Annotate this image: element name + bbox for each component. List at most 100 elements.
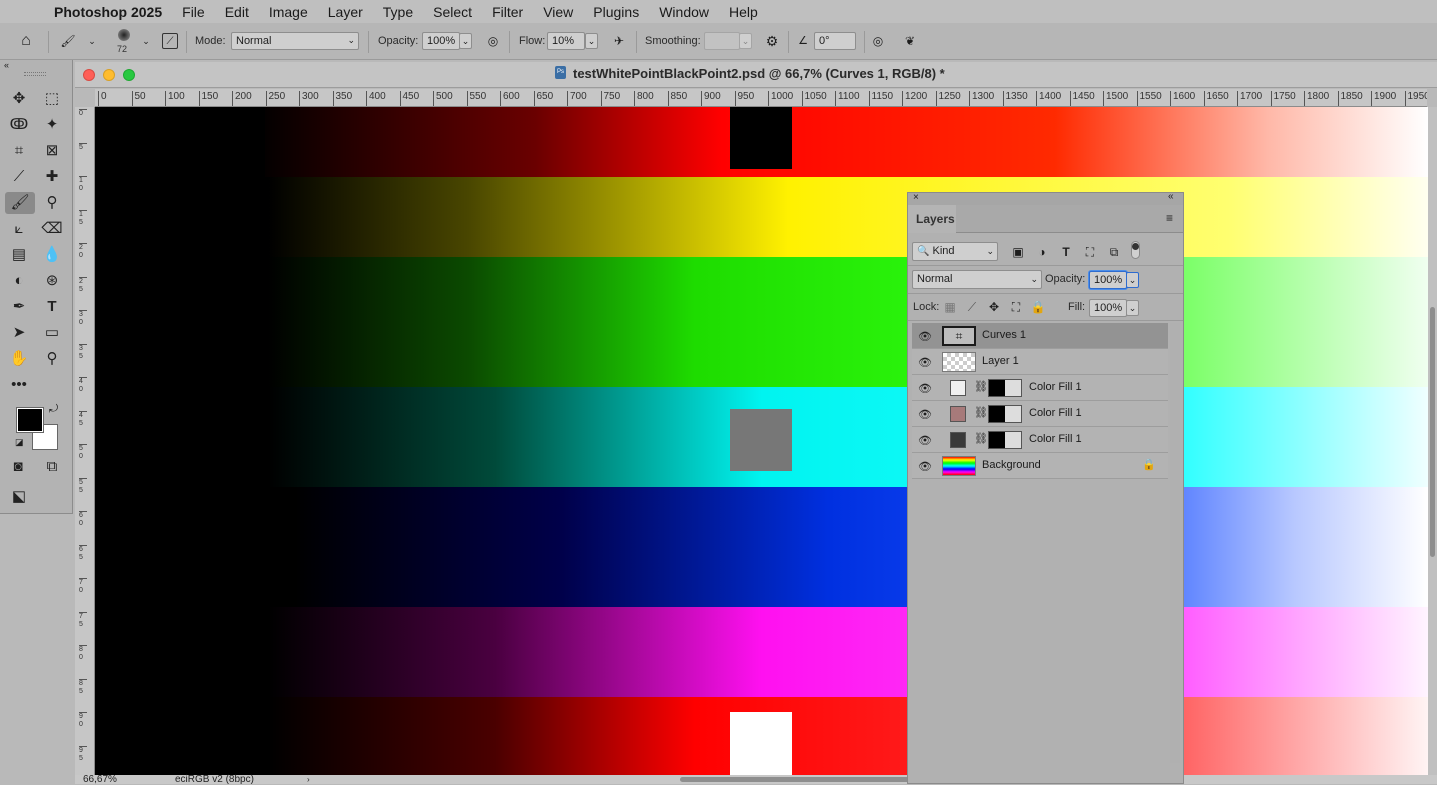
dodge-tool-icon[interactable]: ◐ [7, 270, 31, 292]
symmetry-icon[interactable]: ❦ [902, 33, 918, 49]
eraser-tool-icon[interactable]: ⌫ [40, 218, 64, 240]
hand-tool-icon[interactable]: ✋ [7, 348, 31, 370]
home-icon[interactable]: ⌂ [18, 33, 34, 49]
rectangle-tool-icon[interactable]: ▭ [40, 322, 64, 344]
lock-pixels-icon[interactable]: ⟋ [964, 299, 980, 315]
layer-filter-select[interactable]: 🔍 Kind ⌄ [912, 242, 998, 261]
menu-window[interactable]: Window [659, 4, 709, 20]
horizontal-ruler[interactable]: 0 50 100 150 200 250 300 350 400 450 500 550 600 650 7… [95, 89, 1427, 107]
close-window-button[interactable] [83, 69, 95, 81]
layer-row-color-fill[interactable]: 👁 ⛓ Color Fill 1 [912, 375, 1168, 401]
marquee-tool-icon[interactable]: ⬚ [40, 88, 64, 110]
menu-type[interactable]: Type [383, 4, 413, 20]
menu-layer[interactable]: Layer [328, 4, 363, 20]
layer-row-layer1[interactable]: 👁 Layer 1 [912, 349, 1168, 375]
menu-select[interactable]: Select [433, 4, 472, 20]
healing-brush-tool-icon[interactable]: ✚ [40, 166, 64, 188]
zoom-tool-icon[interactable]: ⚲ [40, 348, 64, 370]
more-tools-icon[interactable]: ••• [7, 374, 31, 396]
visibility-eye-icon[interactable]: 👁 [918, 382, 932, 395]
minimize-window-button[interactable] [103, 69, 115, 81]
flow-dropdown[interactable]: ⌄ [585, 33, 598, 49]
clone-stamp-tool-icon[interactable]: ⚲ [40, 192, 64, 214]
fill-input[interactable]: 100% [1089, 299, 1127, 317]
menu-help[interactable]: Help [729, 4, 758, 20]
menu-file[interactable]: File [182, 4, 205, 20]
swap-colors-icon[interactable]: ⤾ [49, 403, 58, 416]
horizontal-scrollbar-thumb[interactable] [680, 777, 910, 782]
lock-icon[interactable]: 🔒 [1142, 458, 1156, 471]
collapse-panel-icon[interactable]: « [1168, 191, 1174, 202]
airbrush-icon[interactable]: ✈ [611, 33, 627, 49]
smudge-tool-icon[interactable]: ⊛ [40, 270, 64, 292]
filter-pixel-icon[interactable]: ▣ [1010, 244, 1026, 260]
blur-tool-icon[interactable]: 💧 [40, 244, 64, 266]
filter-shape-icon[interactable]: ⛶ [1082, 244, 1098, 260]
layer-mask-thumbnail[interactable] [988, 405, 1022, 423]
pressure-opacity-icon[interactable]: ◎ [485, 33, 501, 49]
filter-type-icon[interactable]: T [1058, 244, 1074, 260]
color-profile[interactable]: eciRGB v2 (8bpc) [175, 775, 254, 785]
visibility-eye-icon[interactable]: 👁 [918, 356, 932, 369]
flow-input[interactable]: 10% [547, 32, 585, 50]
menu-image[interactable]: Image [269, 4, 308, 20]
vertical-ruler[interactable]: 0 5 1 0 1 5 2 0 2 5 3 0 3 5 4 0 4 5 5 0 5 5 6 0 6 5 7 … [75, 107, 95, 777]
lasso-tool-icon[interactable]: ↂ [7, 114, 31, 136]
link-icon[interactable]: ⛓ [974, 432, 988, 445]
vertical-scrollbar[interactable] [1428, 107, 1437, 777]
lock-artboard-icon[interactable]: ⛶ [1008, 299, 1024, 315]
brush-settings-icon[interactable]: ⟋ [162, 33, 178, 49]
eyedropper-tool-icon[interactable]: ⟋ [7, 166, 31, 188]
gear-icon[interactable]: ⚙ [764, 33, 780, 49]
panel-menu-icon[interactable]: ≡ [1166, 211, 1173, 225]
layer-row-color-fill[interactable]: 👁 ⛓ Color Fill 1 [912, 401, 1168, 427]
smoothing-dropdown[interactable]: ⌄ [739, 33, 752, 49]
collapse-icon[interactable]: « [4, 60, 9, 70]
menu-edit[interactable]: Edit [225, 4, 249, 20]
layers-scrollbar-track[interactable] [1170, 323, 1180, 763]
visibility-eye-icon[interactable]: 👁 [918, 434, 932, 447]
angle-input[interactable]: 0° [814, 32, 856, 50]
close-panel-icon[interactable]: × [913, 192, 919, 203]
layer-row-background[interactable]: 👁 Background 🔒 [912, 453, 1168, 479]
menu-filter[interactable]: Filter [492, 4, 523, 20]
layer-row-color-fill[interactable]: 👁 ⛓ Color Fill 1 [912, 427, 1168, 453]
history-brush-tool-icon[interactable]: ⟀ [7, 218, 31, 240]
tab-layers[interactable]: Layers [908, 205, 956, 233]
layer-opacity-input[interactable]: 100% [1089, 271, 1127, 289]
chevron-down-icon[interactable]: ⌄ [138, 33, 154, 49]
brush-preset-icon[interactable]: 🖌 [60, 33, 76, 49]
pressure-size-icon[interactable]: ◎ [870, 33, 886, 49]
scrollbar-thumb[interactable] [1430, 307, 1435, 557]
filter-adjustment-icon[interactable]: ◑ [1034, 244, 1050, 260]
grip-handle[interactable] [24, 72, 46, 76]
fill-color-swatch[interactable] [950, 406, 966, 422]
layer-opacity-dropdown[interactable]: ⌄ [1126, 272, 1139, 288]
fill-color-swatch[interactable] [950, 380, 966, 396]
smoothing-input[interactable] [704, 32, 740, 50]
menu-plugins[interactable]: Plugins [593, 4, 639, 20]
menu-view[interactable]: View [543, 4, 573, 20]
frame-tool-icon[interactable]: ⊠ [40, 140, 64, 162]
filter-smart-object-icon[interactable]: ⧉ [1106, 244, 1122, 260]
foreground-color-swatch[interactable] [16, 407, 44, 433]
lock-transparency-icon[interactable]: ▦ [942, 299, 958, 315]
chevron-right-icon[interactable]: › [307, 775, 310, 784]
blend-mode-select[interactable]: Normal ⌄ [912, 270, 1042, 289]
layer-mask-thumbnail[interactable] [988, 379, 1022, 397]
lock-all-icon[interactable]: 🔒 [1030, 299, 1046, 315]
screen-mode-icon[interactable]: ⧉ [40, 456, 64, 478]
layer-mask-thumbnail[interactable] [988, 431, 1022, 449]
fill-color-swatch[interactable] [950, 432, 966, 448]
filter-toggle[interactable] [1131, 241, 1140, 259]
layer-row-curves[interactable]: 👁 ⌗ Curves 1 [912, 323, 1168, 349]
fill-dropdown[interactable]: ⌄ [1126, 300, 1139, 316]
move-tool-icon[interactable]: ✥ [7, 88, 31, 110]
chevron-down-icon[interactable]: ⌄ [84, 33, 100, 49]
path-selection-tool-icon[interactable]: ➤ [7, 322, 31, 344]
pen-tool-icon[interactable]: ✒ [7, 296, 31, 318]
brush-tool-icon[interactable]: 🖌 [5, 192, 35, 214]
zoom-level[interactable]: 66,67% [83, 775, 117, 785]
magic-wand-tool-icon[interactable]: ✦ [40, 114, 64, 136]
brush-tip-icon[interactable] [118, 29, 130, 41]
